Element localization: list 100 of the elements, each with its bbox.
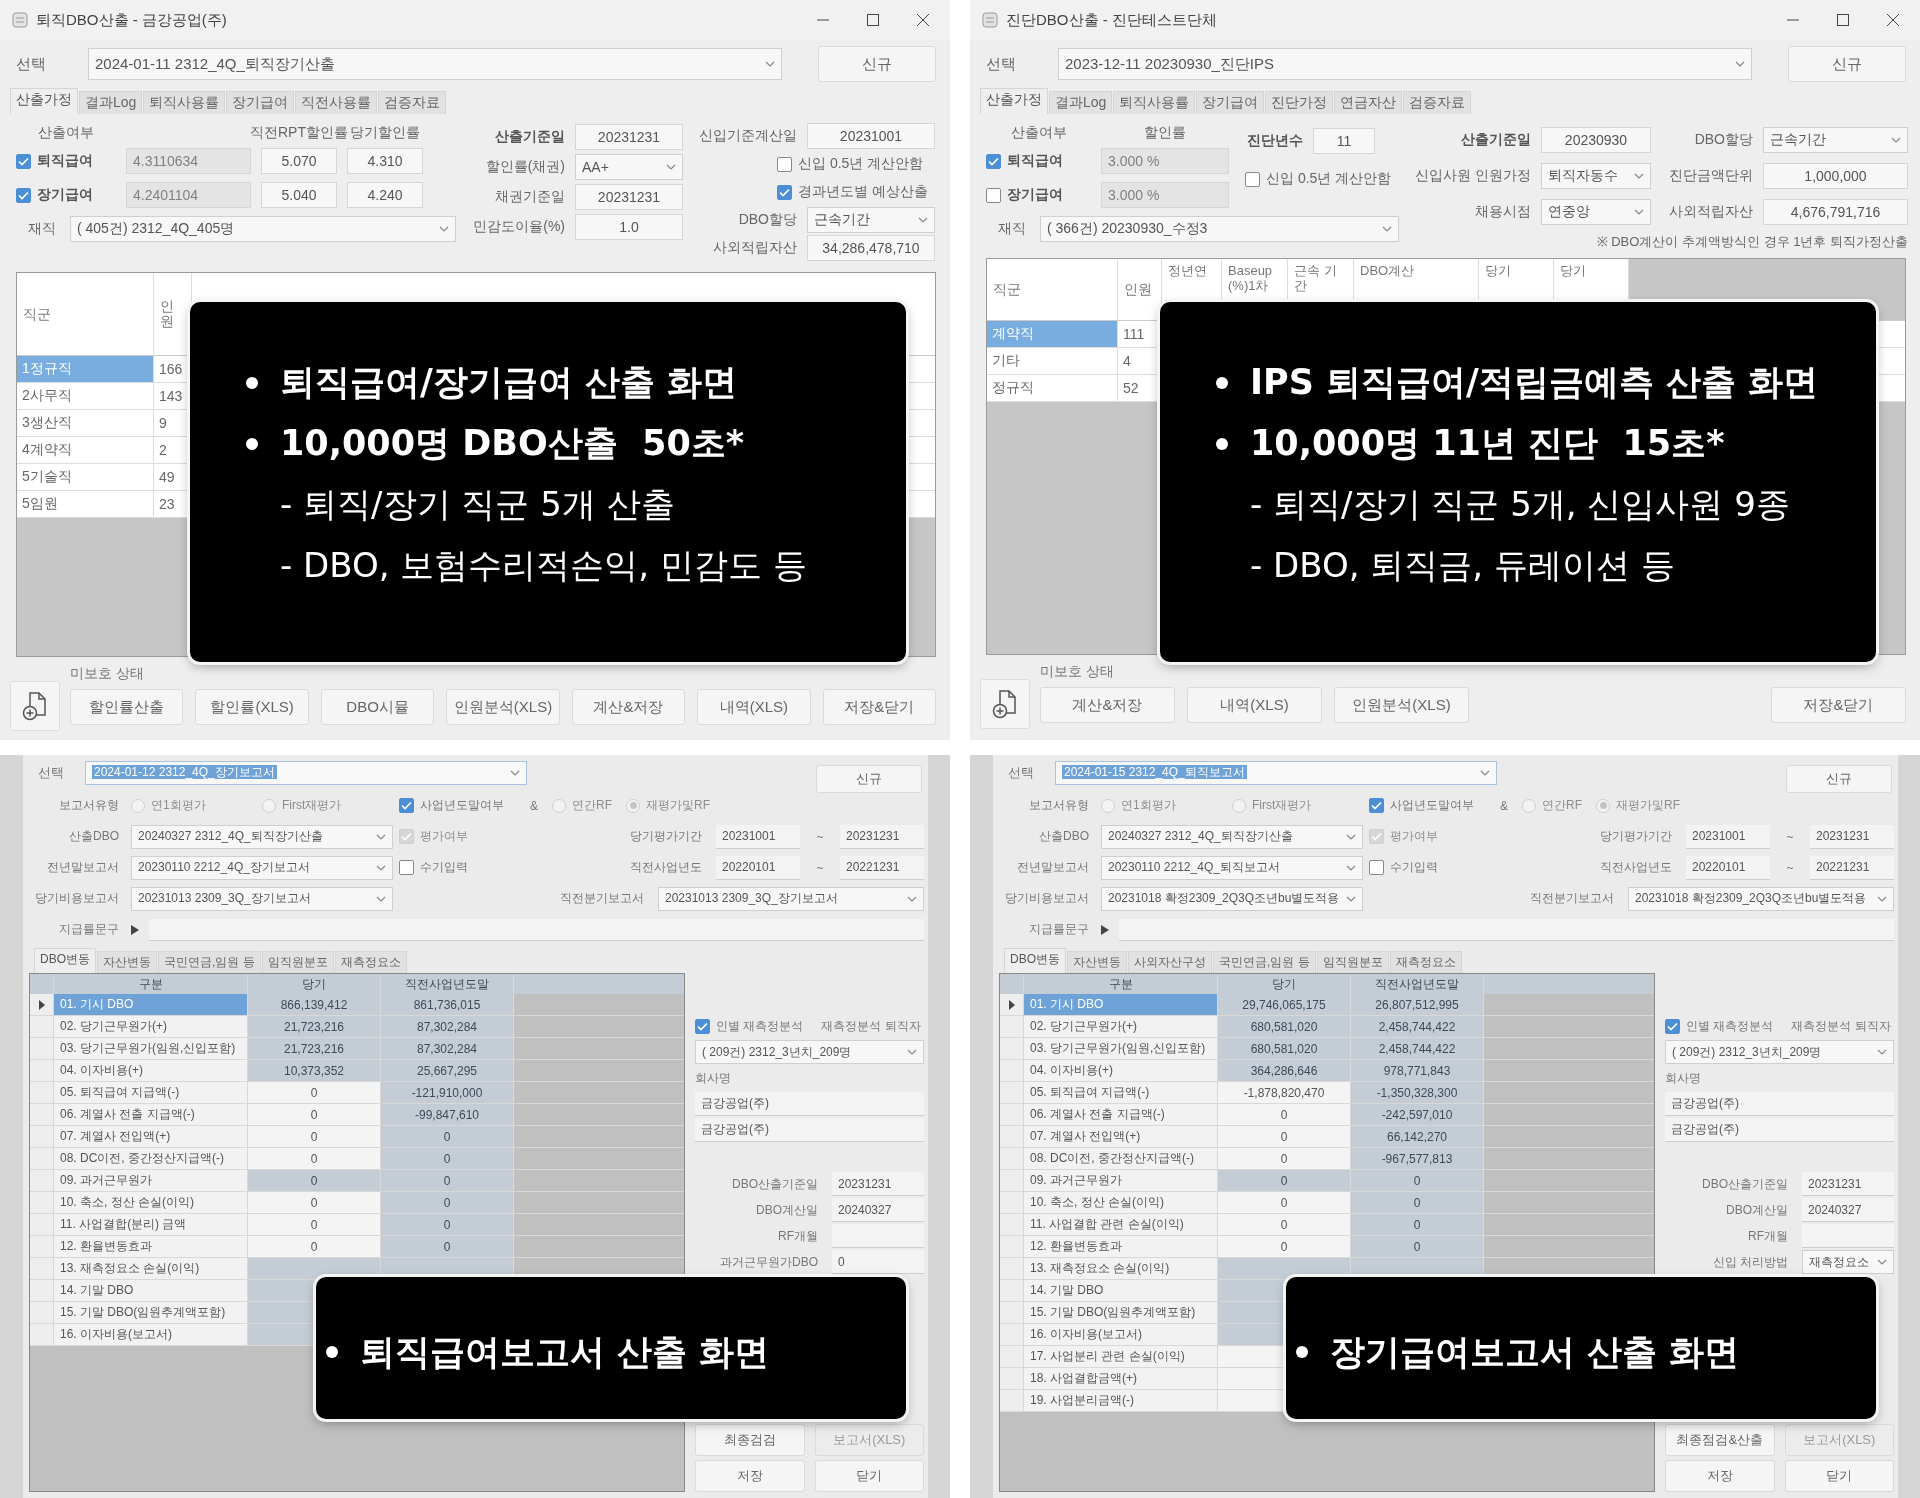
row-header-cell[interactable] [30,1126,54,1147]
tab[interactable]: 연금자산 [1334,91,1403,114]
checkbox[interactable] [777,184,792,200]
checkbox-label[interactable]: 퇴직급여 [37,152,93,170]
checkbox[interactable] [1369,860,1384,875]
row-header-cell[interactable] [1000,1324,1024,1345]
text-field[interactable]: 금강공업(주) [695,1118,924,1142]
expand-arrow-icon[interactable] [131,924,139,935]
checkbox-label[interactable]: 장기급여 [37,186,93,204]
row-header-cell[interactable] [1000,1148,1024,1169]
text-field[interactable]: 20231001 [807,123,935,149]
text-field[interactable]: 4.240 [347,182,423,208]
close-icon[interactable] [916,13,930,27]
row-header-cell[interactable] [30,994,54,1015]
dropdown[interactable]: 20231018 확정2309_2Q3Q조년bu별도적용 [1101,886,1363,911]
checkbox-label[interactable]: 신입 0.5년 계산안함 [798,155,924,173]
checkbox[interactable] [399,860,414,875]
text-field[interactable]: 0 [832,1250,924,1274]
row-header-cell[interactable] [30,1236,54,1257]
checkbox[interactable] [1665,1018,1680,1034]
action-button[interactable]: 내역(XLS) [697,689,811,725]
tab[interactable]: 산출가정 [10,88,78,114]
text-field[interactable] [1119,918,1894,941]
tab[interactable]: 자산변동 [97,951,157,973]
dropdown[interactable]: 20231013 2309_3Q_장기보고서 [131,886,393,911]
checkbox[interactable] [986,187,1001,203]
text-field[interactable]: 1,000,000 [1763,163,1908,189]
expand-arrow-icon[interactable] [1101,924,1109,935]
row-header-cell[interactable] [1000,1170,1024,1191]
tab[interactable]: 퇴직사용률 [143,91,226,114]
text-field[interactable]: 20240327 [832,1198,924,1222]
action-button[interactable]: 계산&저장 [571,689,686,725]
maximize-icon[interactable] [866,13,880,27]
text-field[interactable] [1802,1224,1894,1248]
action-button[interactable]: 최종점검&산출 [1665,1424,1775,1456]
dropdown[interactable]: ( 366건) 20230930_수정3 [1040,216,1399,242]
tab[interactable]: 직전사용률 [295,91,378,114]
dropdown[interactable]: 20230110 2212_4Q_장기보고서 [131,855,393,880]
checkbox[interactable] [16,153,31,169]
row-header-cell[interactable] [30,1082,54,1103]
row-header-cell[interactable] [30,1038,54,1059]
checkbox-label[interactable]: 퇴직급여 [1007,152,1063,170]
checkbox[interactable] [1369,798,1384,813]
text-field[interactable]: 4.310 [347,148,423,174]
text-field[interactable]: 20231231 [832,1172,924,1196]
tab[interactable]: 산출가정 [980,88,1048,114]
row-header-cell[interactable] [1000,1258,1024,1279]
row-header-cell[interactable] [1000,1192,1024,1213]
row-header-cell[interactable] [1000,1368,1024,1389]
tab[interactable]: 임직원분포 [1316,951,1389,973]
row-header-cell[interactable] [30,1192,54,1213]
dropdown[interactable]: 20230110 2212_4Q_퇴직보고서 [1101,855,1363,880]
action-button[interactable]: 저장&닫기 [822,689,936,725]
text-field[interactable]: 11 [1313,128,1375,154]
add-document-button[interactable] [980,679,1030,729]
tab[interactable]: 재측정요소 [334,951,407,973]
text-field[interactable]: 20220101 [716,855,800,880]
checkbox-label[interactable]: 인별 재측정분석 [716,1017,804,1035]
text-field[interactable] [149,918,924,941]
text-field[interactable]: 20231231 [575,184,683,210]
row-header-cell[interactable] [30,1302,54,1323]
checkbox-label[interactable]: 사업년도말여부 [420,797,504,814]
row-header-cell[interactable] [30,1280,54,1301]
text-field[interactable]: 20231231 [840,824,924,849]
action-button[interactable]: 최종검검 [695,1424,805,1456]
text-field[interactable]: 5.040 [261,182,337,208]
row-header-cell[interactable] [1000,1104,1024,1125]
tab[interactable]: 장기급여 [1196,91,1265,114]
tab[interactable]: DBO변동 [34,948,96,973]
action-button[interactable]: 저장 [1665,1460,1775,1492]
action-button[interactable]: 내역(XLS) [1187,687,1322,723]
checkbox[interactable] [777,156,792,172]
checkbox-label[interactable]: 인별 재측정분석 [1686,1017,1774,1035]
dropdown[interactable]: 근속기간 [807,207,935,233]
dropdown[interactable]: 재측정요소 [1802,1250,1894,1274]
tab[interactable]: DBO변동 [1004,948,1066,973]
text-field[interactable]: 20231231 [1802,1172,1894,1196]
text-field[interactable]: 4,676,791,716 [1763,199,1908,225]
action-button[interactable]: 닫기 [814,1460,924,1492]
checkbox-label[interactable]: 신입 0.5년 계산안함 [1266,170,1392,188]
tab[interactable]: 퇴직사용률 [1113,91,1196,114]
dropdown[interactable]: ( 405건) 2312_4Q_405명 [70,216,456,242]
new-button[interactable]: 신규 [818,46,936,82]
dropdown[interactable]: AA+ [575,154,683,180]
checkbox-label[interactable]: 수기입력 [420,859,468,876]
tab[interactable]: 자산변동 [1067,951,1127,973]
tab[interactable]: 검증자료 [1403,91,1472,114]
action-button[interactable]: 저장&닫기 [1771,687,1906,723]
checkbox[interactable] [1245,171,1260,187]
tab[interactable]: 국민연금,임원 등 [158,951,261,973]
row-header-cell[interactable] [30,1060,54,1081]
row-header-cell[interactable] [30,1258,54,1279]
tab[interactable]: 국민연금,임원 등 [1213,951,1316,973]
dropdown[interactable]: 퇴직자동수 [1541,163,1651,189]
checkbox-label[interactable]: 수기입력 [1390,859,1438,876]
action-button[interactable]: DBO시뮬 [320,689,435,725]
text-field[interactable] [832,1224,924,1248]
tab[interactable]: 재측정요소 [1389,951,1462,973]
dropdown[interactable]: ( 209건) 2312_3년치_209명 [1665,1040,1894,1064]
tab[interactable]: 결과Log [79,91,143,114]
